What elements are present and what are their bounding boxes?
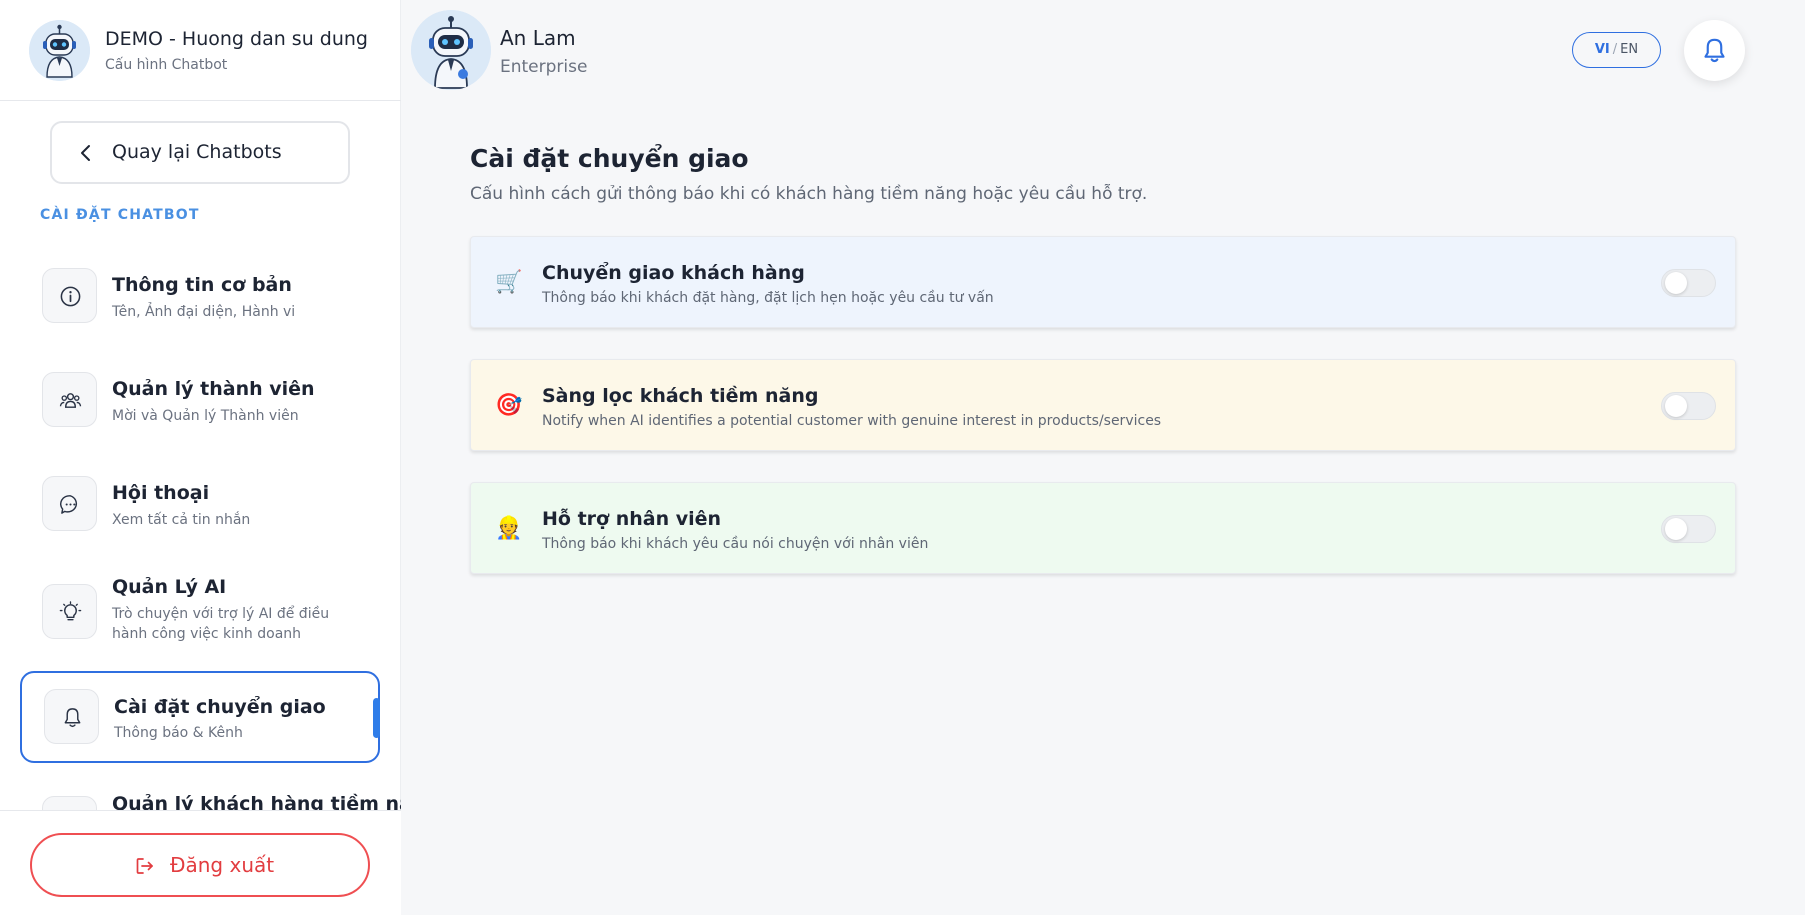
- page-title: Cài đặt chuyển giao: [470, 144, 749, 173]
- card-title: Sàng lọc khách tiềm năng: [542, 385, 819, 407]
- staff-support-toggle[interactable]: [1661, 515, 1716, 543]
- sidebar-item-leads-management[interactable]: Quản lý khách hàng tiềm năng: [20, 780, 401, 810]
- language-toggle[interactable]: VI / EN: [1572, 32, 1661, 68]
- sidebar-item-title: Quản lý khách hàng tiềm năng: [112, 793, 401, 810]
- section-label: CÀI ĐẶT CHATBOT: [40, 207, 200, 223]
- sidebar-item-ai-management[interactable]: Quản Lý AI Trò chuyện với trợ lý AI để đ…: [20, 562, 380, 654]
- handover-card-lead-screening: 🎯 Sàng lọc khách tiềm năng Notify when A…: [470, 359, 1736, 451]
- sidebar-item-handover-settings[interactable]: Cài đặt chuyển giao Thông báo & Kênh: [20, 671, 380, 763]
- sidebar-item-title: Cài đặt chuyển giao: [114, 696, 326, 718]
- user-avatar[interactable]: [411, 10, 491, 90]
- sidebar-item-subtitle: Xem tất cả tin nhắn: [112, 512, 251, 528]
- handover-card-staff-support: 👷 Hỗ trợ nhân viên Thông báo khi khách y…: [470, 482, 1736, 574]
- leads-icon-box: [42, 796, 97, 810]
- sidebar-item-conversations[interactable]: Hội thoại Xem tất cả tin nhắn: [20, 458, 380, 550]
- sidebar-item-title: Hội thoại: [112, 482, 210, 504]
- target-icon: 🎯: [495, 393, 523, 418]
- sidebar-item-members[interactable]: Quản lý thành viên Mời và Quản lý Thành …: [20, 354, 380, 446]
- chat-bubble-icon: [60, 495, 78, 514]
- user-plan: Enterprise: [500, 57, 588, 77]
- staff-icon: 👷: [495, 516, 523, 541]
- active-indicator: [373, 698, 380, 738]
- lightbulb-icon-box: [42, 584, 97, 639]
- toggle-knob: [1665, 395, 1687, 417]
- card-title: Hỗ trợ nhân viên: [542, 508, 722, 530]
- bot-avatar: [29, 20, 90, 81]
- customer-handover-toggle[interactable]: [1661, 269, 1716, 297]
- card-description: Thông báo khi khách đặt hàng, đặt lịch h…: [542, 290, 994, 306]
- card-title: Chuyển giao khách hàng: [542, 262, 805, 284]
- lang-en[interactable]: EN: [1620, 42, 1638, 57]
- users-icon: [59, 393, 82, 408]
- chat-bubble-icon-box: [42, 476, 97, 531]
- lang-vi[interactable]: VI: [1595, 42, 1610, 57]
- info-icon-box: [42, 268, 97, 323]
- card-description: Notify when AI identifies a potential cu…: [542, 413, 1162, 429]
- sidebar: DEMO - Huong dan su dung Cấu hình Chatbo…: [0, 0, 401, 915]
- logout-label: Đăng xuất: [170, 853, 275, 877]
- info-icon: [60, 286, 81, 307]
- lang-separator: /: [1612, 42, 1618, 57]
- sidebar-header: DEMO - Huong dan su dung Cấu hình Chatbo…: [0, 0, 401, 101]
- sidebar-item-title: Quản lý thành viên: [112, 378, 315, 400]
- handover-card-customer: 🛒 Chuyển giao khách hàng Thông báo khi k…: [470, 236, 1736, 328]
- lead-screening-toggle[interactable]: [1661, 392, 1716, 420]
- bell-icon-box: [44, 689, 99, 744]
- sidebar-item-subtitle: Mời và Quản lý Thành viên: [112, 408, 299, 424]
- logout-button[interactable]: Đăng xuất: [30, 833, 370, 897]
- page-description: Cấu hình cách gửi thông báo khi có khách…: [470, 184, 1148, 204]
- notifications-button[interactable]: [1684, 20, 1745, 81]
- sidebar-nav: Thông tin cơ bản Tên, Ảnh đại diện, Hành…: [0, 240, 401, 810]
- chevron-left-icon: [81, 145, 90, 161]
- shopping-cart-icon: 🛒: [495, 270, 523, 295]
- back-to-chatbots-button[interactable]: Quay lại Chatbots: [50, 121, 350, 184]
- bot-name: DEMO - Huong dan su dung: [105, 28, 368, 50]
- sidebar-item-subtitle: Trò chuyện với trợ lý AI để điều hành cô…: [112, 606, 330, 642]
- sidebar-item-subtitle: Thông báo & Kênh: [114, 725, 243, 741]
- toggle-knob: [1665, 518, 1687, 540]
- bell-icon: [1704, 38, 1725, 63]
- user-name: An Lam: [500, 26, 576, 50]
- lightbulb-icon: [59, 601, 82, 621]
- sidebar-item-basic-info[interactable]: Thông tin cơ bản Tên, Ảnh đại diện, Hành…: [20, 250, 380, 342]
- sidebar-item-title: Quản Lý AI: [112, 576, 227, 598]
- bot-subtitle: Cấu hình Chatbot: [105, 57, 228, 73]
- toggle-knob: [1665, 272, 1687, 294]
- bell-icon: [64, 708, 81, 728]
- logout-icon: [136, 858, 153, 874]
- back-button-label: Quay lại Chatbots: [112, 141, 282, 163]
- users-icon-box: [42, 372, 97, 427]
- sidebar-item-subtitle: Tên, Ảnh đại diện, Hành vi: [112, 304, 296, 320]
- main-content: An Lam Enterprise VI / EN Cài đặt chuyển g…: [401, 0, 1805, 915]
- sidebar-item-title: Thông tin cơ bản: [112, 274, 292, 296]
- card-description: Thông báo khi khách yêu cầu nói chuyện v…: [542, 536, 929, 552]
- sidebar-footer: Đăng xuất: [0, 810, 401, 915]
